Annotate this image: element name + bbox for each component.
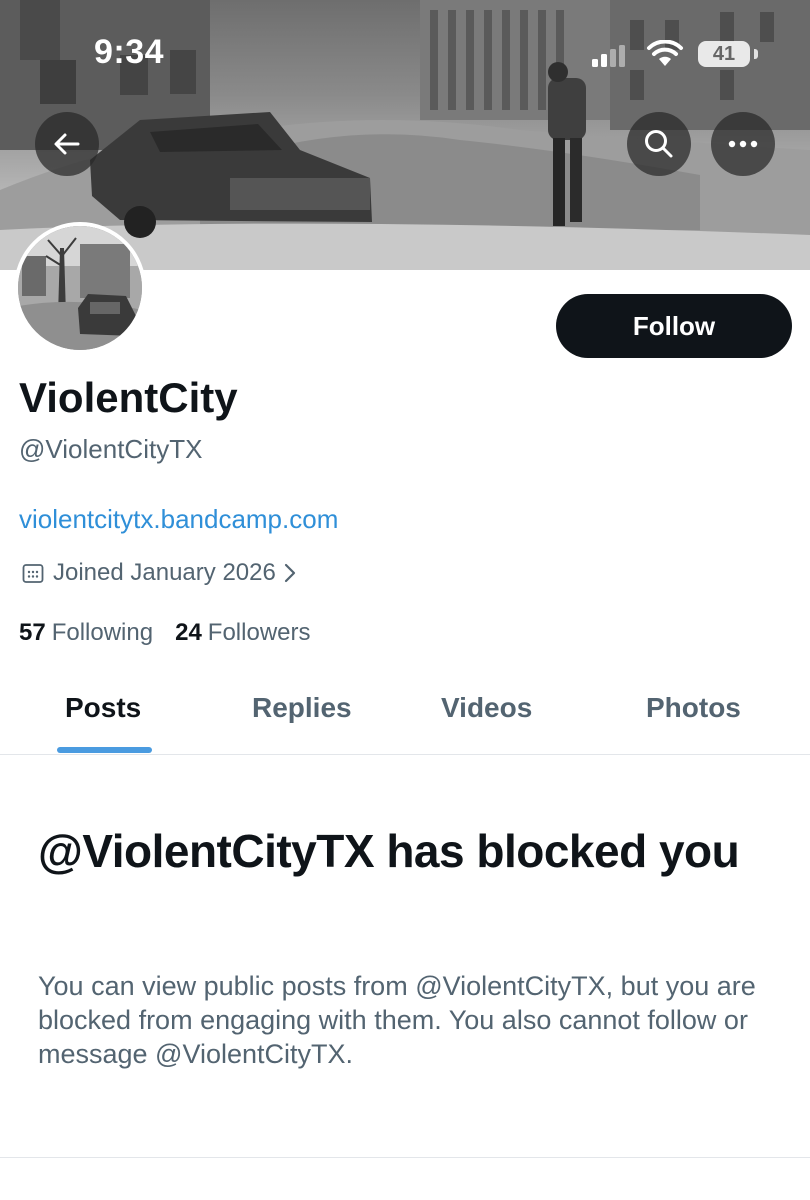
followers-label: Followers	[207, 619, 311, 646]
following-stat[interactable]: 57 Following	[19, 619, 153, 647]
calendar-icon	[21, 561, 45, 585]
profile-banner[interactable]: 9:34 41	[0, 0, 810, 270]
active-tab-indicator	[57, 747, 152, 753]
arrow-left-icon	[54, 133, 80, 155]
status-bar: 9:34 41	[0, 0, 810, 100]
tab-photos[interactable]: Photos	[646, 692, 741, 724]
back-button[interactable]	[35, 112, 99, 176]
blocked-description: You can view public posts from @ViolentC…	[38, 971, 756, 1069]
tab-videos[interactable]: Videos	[441, 692, 532, 724]
display-name: ViolentCity	[19, 374, 238, 421]
more-options-button[interactable]	[711, 112, 775, 176]
profile-tabs: Posts Replies Videos Photos	[0, 672, 810, 755]
battery-level: 41	[712, 42, 736, 65]
wifi-icon	[647, 40, 683, 66]
battery-icon: 41	[698, 41, 750, 67]
status-time: 9:34	[94, 33, 165, 71]
more-icon	[728, 140, 758, 148]
following-label: Following	[51, 619, 154, 646]
website-link[interactable]: violentcitytx.bandcamp.com	[19, 504, 338, 535]
joined-date-row[interactable]: Joined January 2026	[21, 559, 298, 587]
follow-stats: 57 Following 24 Followers	[19, 619, 333, 647]
chevron-right-icon	[282, 562, 298, 584]
followers-count: 24	[175, 619, 202, 646]
avatar-photo	[18, 226, 142, 350]
tab-replies[interactable]: Replies	[252, 692, 352, 724]
tab-posts[interactable]: Posts	[65, 692, 141, 724]
cellular-signal-icon	[592, 45, 625, 67]
user-handle: @ViolentCityTX	[19, 434, 203, 464]
search-icon	[645, 130, 673, 158]
joined-date: Joined January 2026	[53, 559, 276, 586]
following-count: 57	[19, 619, 46, 646]
followers-stat[interactable]: 24 Followers	[175, 619, 310, 647]
divider	[0, 1157, 810, 1158]
blocked-title: @ViolentCityTX has blocked you	[38, 825, 740, 877]
search-button[interactable]	[627, 112, 691, 176]
battery-cap	[754, 49, 758, 59]
follow-button[interactable]: Follow	[556, 294, 792, 358]
avatar[interactable]	[14, 222, 146, 354]
